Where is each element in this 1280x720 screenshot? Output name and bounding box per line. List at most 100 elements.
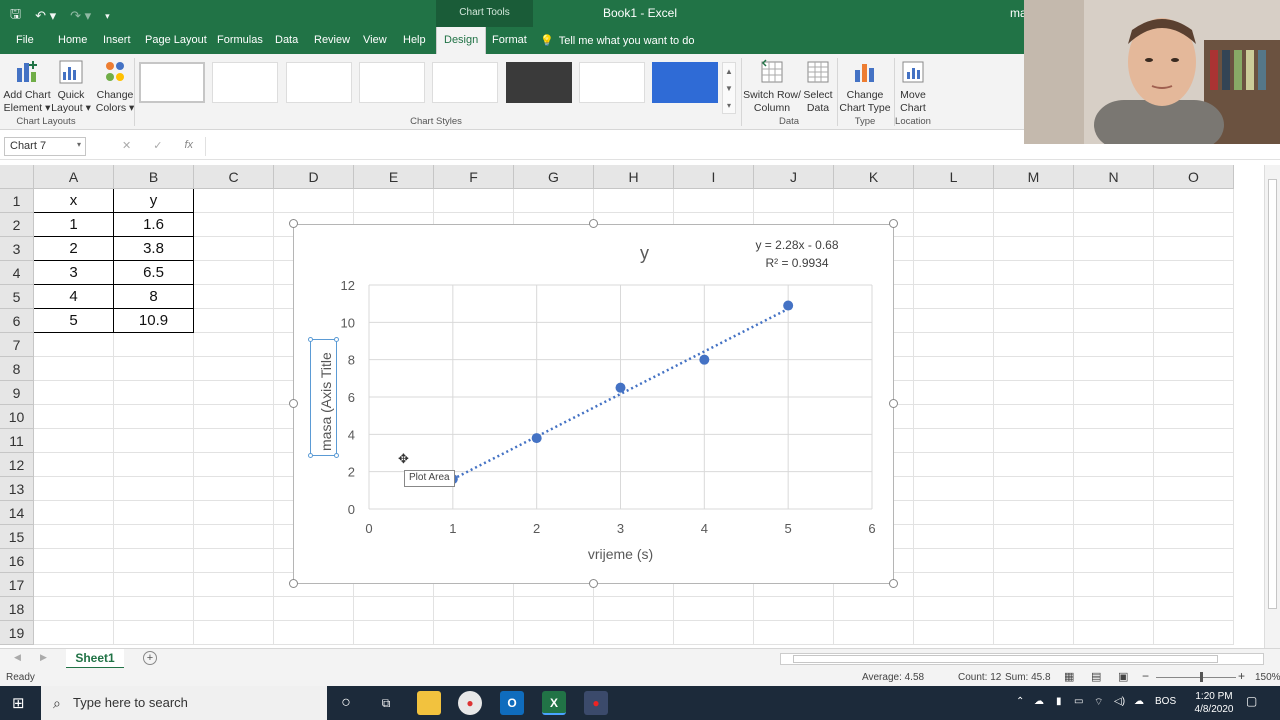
cell-m2[interactable] (994, 213, 1074, 237)
horizontal-scrollbar[interactable] (780, 653, 1264, 665)
cell-o5[interactable] (1154, 285, 1234, 309)
chrome-icon[interactable]: ● (458, 691, 482, 715)
cell-o12[interactable] (1154, 453, 1234, 477)
cell-n16[interactable] (1074, 549, 1154, 573)
cell-c5[interactable] (194, 285, 274, 309)
cell-b4[interactable]: 6.5 (114, 261, 194, 285)
cell-d19[interactable] (274, 621, 354, 645)
zoom-out-icon[interactable]: − (1142, 669, 1149, 683)
cell-m16[interactable] (994, 549, 1074, 573)
chart-resize-handle[interactable] (289, 399, 298, 408)
chart-resize-handle[interactable] (289, 219, 298, 228)
cell-b11[interactable] (114, 429, 194, 453)
cell-f19[interactable] (434, 621, 514, 645)
cell-c14[interactable] (194, 501, 274, 525)
tell-me-search[interactable]: 💡 Tell me what you want to do (540, 34, 694, 48)
cell-b2[interactable]: 1.6 (114, 213, 194, 237)
selection-handle[interactable] (308, 453, 313, 458)
cell-o1[interactable] (1154, 189, 1234, 213)
cell-j18[interactable] (754, 597, 834, 621)
x-axis-title[interactable]: vrijeme (s) (588, 546, 653, 562)
cell-c10[interactable] (194, 405, 274, 429)
cell-b9[interactable] (114, 381, 194, 405)
cloud-upload-icon[interactable]: ☁ (1134, 696, 1144, 707)
cell-b15[interactable] (114, 525, 194, 549)
tab-page-layout[interactable]: Page Layout (145, 34, 207, 46)
save-icon[interactable]: 🖫 (10, 5, 21, 27)
cell-a19[interactable] (34, 621, 114, 645)
change-chart-type-button[interactable]: Change Chart Type (838, 58, 892, 115)
column-header-o[interactable]: O (1154, 165, 1234, 189)
cell-l17[interactable] (914, 573, 994, 597)
chart-styles-scroll[interactable]: ▲ ▼ ▾ (722, 62, 736, 114)
cell-b1[interactable]: y (114, 189, 194, 213)
move-chart-button[interactable]: Move Chart (896, 58, 930, 115)
cell-o3[interactable] (1154, 237, 1234, 261)
cell-h18[interactable] (594, 597, 674, 621)
chart-resize-handle[interactable] (889, 579, 898, 588)
taskbar-search[interactable]: ⌕ Type here to search (41, 686, 327, 720)
select-all-corner[interactable] (0, 165, 34, 189)
task-view-icon[interactable]: ⧉ (374, 691, 398, 715)
row-header-16[interactable]: 16 (0, 549, 34, 573)
cell-a2[interactable]: 1 (34, 213, 114, 237)
cell-n9[interactable] (1074, 381, 1154, 405)
cell-m11[interactable] (994, 429, 1074, 453)
tray-chevron-icon[interactable]: ⌃ (1016, 696, 1024, 707)
cell-l11[interactable] (914, 429, 994, 453)
cell-a11[interactable] (34, 429, 114, 453)
notifications-icon[interactable]: ▢ (1246, 694, 1257, 708)
selection-handle[interactable] (334, 453, 339, 458)
customize-qat-icon[interactable]: ▾ (105, 11, 110, 22)
cell-o13[interactable] (1154, 477, 1234, 501)
chart-style-8[interactable] (652, 62, 718, 103)
row-header-1[interactable]: 1 (0, 189, 34, 213)
cortana-icon[interactable]: ○ (334, 691, 358, 715)
chart-resize-handle[interactable] (589, 219, 598, 228)
selection-handle[interactable] (334, 337, 339, 342)
cell-l12[interactable] (914, 453, 994, 477)
cell-g19[interactable] (514, 621, 594, 645)
file-explorer-icon[interactable] (417, 691, 441, 715)
column-header-g[interactable]: G (514, 165, 594, 189)
cell-l18[interactable] (914, 597, 994, 621)
cell-m17[interactable] (994, 573, 1074, 597)
cell-c13[interactable] (194, 477, 274, 501)
column-header-i[interactable]: I (674, 165, 754, 189)
column-header-k[interactable]: K (834, 165, 914, 189)
column-header-j[interactable]: J (754, 165, 834, 189)
cell-b5[interactable]: 8 (114, 285, 194, 309)
row-header-13[interactable]: 13 (0, 477, 34, 501)
sheet-tab-sheet1[interactable]: Sheet1 (66, 649, 124, 669)
chart-style-2[interactable] (212, 62, 278, 103)
row-header-3[interactable]: 3 (0, 237, 34, 261)
cell-j19[interactable] (754, 621, 834, 645)
cell-n7[interactable] (1074, 333, 1154, 357)
cell-o14[interactable] (1154, 501, 1234, 525)
trendline-label[interactable]: R² = 0.9934 (765, 256, 828, 270)
row-header-15[interactable]: 15 (0, 525, 34, 549)
chevron-down-icon[interactable]: ▾ (77, 140, 81, 149)
cell-e18[interactable] (354, 597, 434, 621)
trendline-label[interactable]: y = 2.28x - 0.68 (755, 238, 838, 252)
cell-a9[interactable] (34, 381, 114, 405)
row-header-19[interactable]: 19 (0, 621, 34, 645)
outlook-icon[interactable]: O (500, 691, 524, 715)
column-header-l[interactable]: L (914, 165, 994, 189)
data-point[interactable] (783, 300, 794, 311)
cell-h19[interactable] (594, 621, 674, 645)
wifi-icon[interactable]: ⌔ (1094, 696, 1103, 709)
cell-o19[interactable] (1154, 621, 1234, 645)
cell-a13[interactable] (34, 477, 114, 501)
cell-l8[interactable] (914, 357, 994, 381)
row-header-6[interactable]: 6 (0, 309, 34, 333)
cell-a6[interactable]: 5 (34, 309, 114, 333)
cell-n14[interactable] (1074, 501, 1154, 525)
cell-c18[interactable] (194, 597, 274, 621)
cancel-icon[interactable]: ✕ (122, 139, 131, 152)
tab-review[interactable]: Review (314, 34, 350, 46)
cell-n3[interactable] (1074, 237, 1154, 261)
cell-m19[interactable] (994, 621, 1074, 645)
cell-l16[interactable] (914, 549, 994, 573)
row-header-18[interactable]: 18 (0, 597, 34, 621)
